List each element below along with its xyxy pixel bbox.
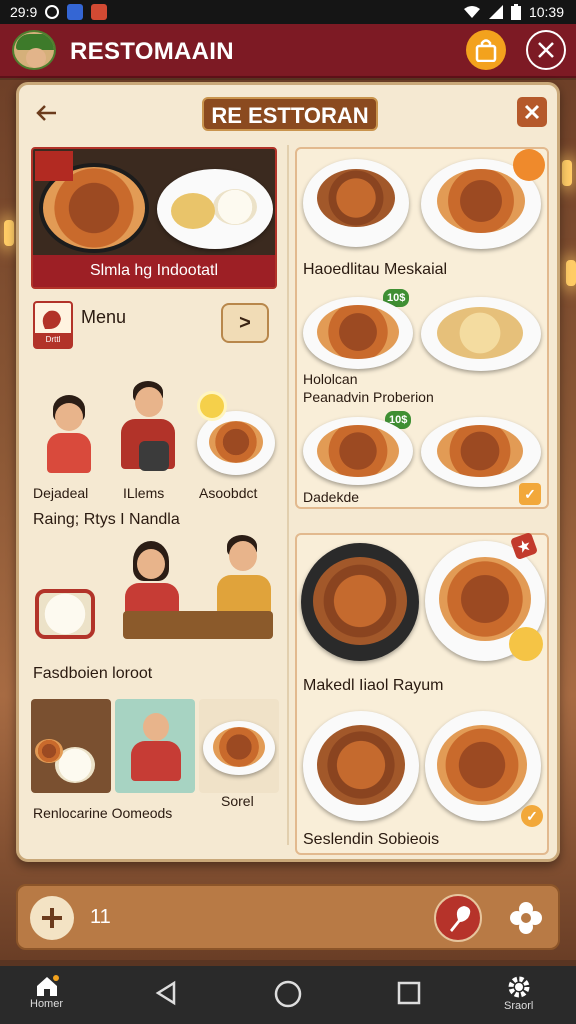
menu-tag: Drttl <box>35 333 71 347</box>
bottom-action-bar: 11 <box>16 884 560 950</box>
status-bar: 29:9 10:39 <box>0 0 576 24</box>
shopping-bag-icon <box>475 39 497 62</box>
back-button[interactable] <box>33 99 61 127</box>
thumbnail-cook[interactable] <box>115 699 195 793</box>
panel-close-button[interactable] <box>517 97 547 127</box>
thumbnail-chicken-bowl[interactable] <box>199 699 279 793</box>
people-caption-2: ILlems <box>123 485 165 501</box>
flower-settings-icon <box>510 902 542 934</box>
app-icon <box>67 4 84 20</box>
menu-next-button[interactable]: > <box>221 303 269 343</box>
noodle-plate-food <box>313 557 407 645</box>
nav-home-circle[interactable] <box>274 980 302 1008</box>
thumb-caption-1: Renlocarine Oomeods <box>33 805 173 821</box>
app-title: RESTOMAAIN <box>70 38 234 65</box>
dish-card-2[interactable]: ★ Makedl Iiaol Rayum Seslendin Sobieois … <box>295 531 549 855</box>
orange-slice-image <box>513 149 545 181</box>
rice-image <box>213 189 257 225</box>
thumb-caption-2: Sorel <box>221 793 254 809</box>
dining-caption: Fasdboien loroot <box>33 665 153 682</box>
close-app-button[interactable] <box>526 30 566 70</box>
battery-icon <box>510 4 521 20</box>
section-title: Raing; Rtys I Nandla <box>33 511 180 528</box>
nav-settings[interactable]: Sraorl <box>504 974 533 1012</box>
dish-card-1-subtitle-1: Hololcan <box>303 371 358 387</box>
check-badge-2[interactable]: ✓ <box>521 805 543 827</box>
gift-icon <box>91 4 108 20</box>
chicken-leg-icon <box>450 906 471 932</box>
close-icon <box>524 104 540 120</box>
stew-food <box>317 305 399 359</box>
clock-icon <box>45 5 60 19</box>
shopping-bag-button[interactable] <box>466 30 506 70</box>
cook-man-illustration <box>115 381 185 481</box>
fried-rice-food <box>317 425 399 477</box>
nav-settings-label: Sraorl <box>504 1000 534 1012</box>
featured-dish-caption: Slmla hg Indootatl <box>33 255 275 287</box>
noodle-food <box>317 169 395 227</box>
chicken-food <box>437 169 525 233</box>
menu-chicken-icon[interactable]: Drttl <box>33 301 73 349</box>
noodle-image <box>171 193 215 229</box>
menu-label: Menu <box>81 307 127 327</box>
check-badge-1[interactable]: ✓ <box>519 483 541 505</box>
nav-recents[interactable] <box>396 980 422 1006</box>
favorite-button[interactable] <box>434 894 482 942</box>
dish-card-2-title-2: Seslendin Sobieois <box>303 831 440 848</box>
dish-card-1[interactable]: Haoedlitau Meskaial 10$ Hololcan Peanadv… <box>295 147 549 509</box>
status-time-left: 29:9 <box>10 4 38 20</box>
close-circle-icon <box>538 42 554 58</box>
lemon-slice-image <box>197 391 227 421</box>
back-arrow-icon <box>36 105 56 121</box>
nav-back[interactable] <box>154 980 180 1006</box>
mixed-dish-food <box>209 421 263 463</box>
restaurant-panel: RE ESTTORAN Slmla hg Indootatl Drttl Men… <box>16 82 560 862</box>
status-time-right: 10:39 <box>528 4 564 20</box>
navigation-bar: Homer Sraorl <box>0 966 576 1024</box>
thumbnail-rice-dish[interactable] <box>31 699 111 793</box>
chef-logo-icon <box>12 30 56 70</box>
dumpling-food <box>437 307 523 359</box>
gear-icon <box>508 976 530 998</box>
panel-title: RE ESTTORAN <box>202 97 378 131</box>
grilled-chicken-food <box>437 425 523 477</box>
fish-food <box>437 725 527 805</box>
dining-table-image <box>123 611 273 639</box>
menu-next-label: > <box>239 312 251 334</box>
people-caption-3: Asoobdct <box>199 485 258 501</box>
wifi-icon <box>463 6 480 18</box>
soup-pot-image <box>35 589 95 639</box>
settings-flower-button[interactable] <box>506 898 546 938</box>
featured-dish-card[interactable]: Slmla hg Indootatl <box>31 147 277 289</box>
people-caption-1: Dejadeal <box>33 485 89 501</box>
featured-badge <box>35 151 73 181</box>
signal-icon <box>488 5 503 19</box>
column-divider <box>287 145 289 845</box>
dish-card-1-subtitle-2: Peanadvin Proberion <box>303 389 434 405</box>
nav-home-label: Homer <box>30 998 64 1010</box>
chef-girl-illustration <box>39 395 99 485</box>
add-button[interactable] <box>30 896 74 940</box>
triangle-back-icon <box>155 980 176 1006</box>
home-icon <box>36 975 59 996</box>
dish-card-1-footer: Dadekde <box>303 489 360 505</box>
dish-card-2-title-1: Makedl Iiaol Rayum <box>303 677 444 694</box>
app-bar: RESTOMAAIN <box>0 24 576 78</box>
square-recents-icon <box>397 981 421 1005</box>
plus-icon <box>42 908 62 928</box>
mie-goreng-food <box>317 725 405 805</box>
nav-home[interactable]: Homer <box>30 974 63 1010</box>
menu-row: Drttl Menu > <box>31 299 277 349</box>
dish-card-1-title: Haoedlitau Meskaial <box>303 261 448 278</box>
circle-home-icon <box>274 980 302 1008</box>
lemon-image <box>509 627 543 661</box>
quantity-text: 11 <box>90 906 111 928</box>
chicken-icon <box>42 310 61 329</box>
